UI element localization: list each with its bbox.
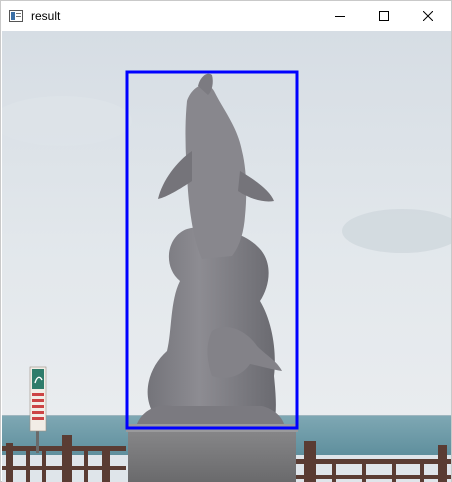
pedestal	[128, 424, 296, 482]
maximize-button[interactable]	[361, 1, 407, 31]
result-image	[2, 31, 451, 482]
close-icon	[423, 11, 433, 21]
minimize-icon	[335, 11, 345, 21]
image-window-icon	[9, 9, 23, 22]
close-button[interactable]	[405, 1, 451, 31]
image-canvas	[2, 31, 451, 482]
window-title: result	[31, 9, 61, 23]
image-viewer-window: result	[0, 0, 452, 482]
maximize-icon	[379, 11, 389, 21]
title-bar[interactable]: result	[1, 1, 451, 31]
minimize-button[interactable]	[317, 1, 363, 31]
